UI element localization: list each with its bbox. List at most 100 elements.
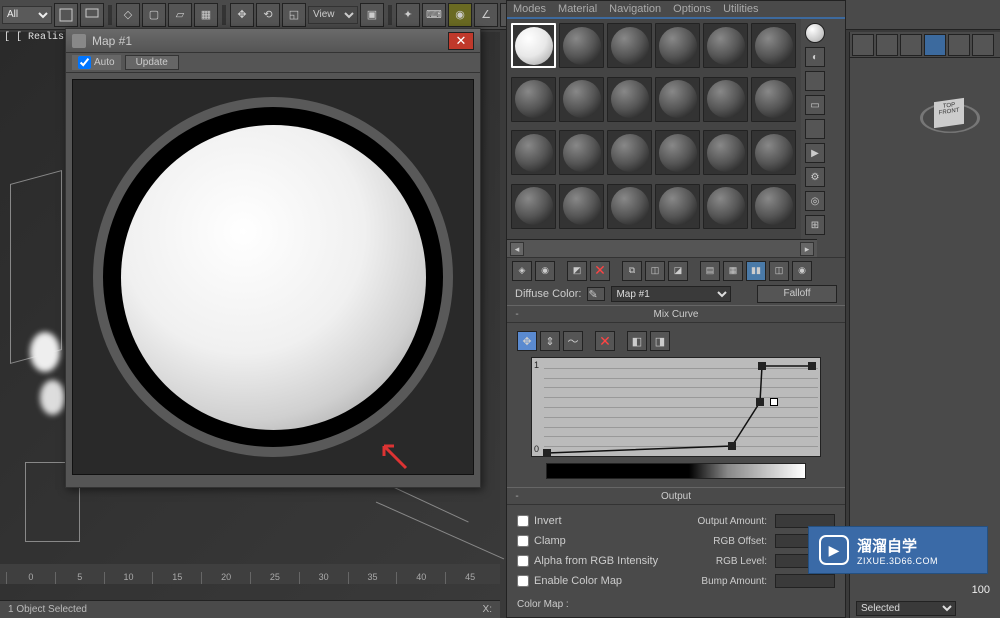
reset-map-icon[interactable]: ✕ bbox=[590, 261, 610, 281]
sample-slot[interactable] bbox=[607, 184, 652, 229]
pivot-center-icon[interactable]: ▣ bbox=[360, 3, 384, 27]
scale-point-icon[interactable]: ⇕ bbox=[540, 331, 560, 351]
invert-checkbox[interactable]: Invert bbox=[517, 515, 690, 527]
reset-curve-icon[interactable]: ◧ bbox=[627, 331, 647, 351]
dialog-close-button[interactable]: ✕ bbox=[448, 32, 474, 50]
select-rect-icon[interactable] bbox=[54, 3, 78, 27]
sample-slot[interactable] bbox=[559, 130, 604, 175]
render-tab-icon[interactable] bbox=[924, 34, 946, 56]
sample-slot[interactable] bbox=[511, 77, 556, 122]
clamp-checkbox[interactable]: Clamp bbox=[517, 535, 705, 547]
sample-slot[interactable] bbox=[751, 130, 796, 175]
scroll-left-icon[interactable]: ◂ bbox=[510, 242, 524, 256]
put-to-library-icon[interactable]: ◪ bbox=[668, 261, 688, 281]
angle-snap-icon[interactable]: ∠ bbox=[474, 3, 498, 27]
sample-slot[interactable] bbox=[655, 77, 700, 122]
sample-slot[interactable] bbox=[655, 130, 700, 175]
time-slider[interactable]: 0 5 10 15 20 25 30 35 40 45 bbox=[0, 564, 500, 584]
hierarchy-tab-icon[interactable] bbox=[900, 34, 922, 56]
snap-vertex-icon[interactable]: ◇ bbox=[116, 3, 140, 27]
sample-slot[interactable] bbox=[751, 23, 796, 68]
mix-curve-rollout-head[interactable]: - Mix Curve bbox=[507, 305, 845, 323]
dialog-titlebar[interactable]: Map #1 ✕ bbox=[66, 29, 480, 53]
sample-slot[interactable] bbox=[511, 184, 556, 229]
delete-point-icon[interactable]: ✕ bbox=[595, 331, 615, 351]
sample-slot[interactable] bbox=[703, 130, 748, 175]
sample-slot[interactable] bbox=[559, 77, 604, 122]
display-tab-icon[interactable] bbox=[948, 34, 970, 56]
show-end-result-icon[interactable]: ▮▮ bbox=[746, 261, 766, 281]
map-name-dropdown[interactable]: Map #1 bbox=[611, 286, 731, 302]
make-unique-icon[interactable]: ◫ bbox=[645, 261, 665, 281]
menu-modes[interactable]: Modes bbox=[513, 3, 546, 15]
select-window-icon[interactable] bbox=[80, 3, 104, 27]
sample-slot[interactable] bbox=[751, 184, 796, 229]
utilities-tab-icon[interactable] bbox=[972, 34, 994, 56]
selection-filter-dropdown[interactable]: All bbox=[2, 6, 52, 24]
assign-material-icon[interactable]: ◩ bbox=[567, 261, 587, 281]
update-button[interactable]: Update bbox=[125, 55, 179, 70]
sample-slot[interactable] bbox=[655, 23, 700, 68]
map-type-button[interactable]: Falloff bbox=[757, 285, 837, 303]
menu-options[interactable]: Options bbox=[673, 3, 711, 15]
scale-tool-icon[interactable]: ◱ bbox=[282, 3, 306, 27]
modify-tab-icon[interactable] bbox=[876, 34, 898, 56]
sample-hscrollbar[interactable]: ◂ ▸ bbox=[507, 239, 817, 257]
select-by-material-icon[interactable]: ◎ bbox=[805, 191, 825, 211]
alpha-rgb-checkbox[interactable]: Alpha from RGB Intensity bbox=[517, 555, 708, 567]
viewcube[interactable]: TOPFRONT bbox=[920, 88, 980, 148]
output-rollout-head[interactable]: - Output bbox=[507, 487, 845, 505]
sample-type-icon[interactable] bbox=[805, 23, 825, 43]
sample-slot[interactable] bbox=[607, 130, 652, 175]
sample-slot[interactable] bbox=[607, 77, 652, 122]
move-tool-icon[interactable]: ✥ bbox=[230, 3, 254, 27]
curve-point[interactable] bbox=[543, 449, 551, 457]
video-color-icon[interactable] bbox=[805, 119, 825, 139]
go-forward-icon[interactable]: ◉ bbox=[792, 261, 812, 281]
enable-colormap-checkbox[interactable]: Enable Color Map bbox=[517, 575, 693, 587]
sample-slot[interactable] bbox=[703, 184, 748, 229]
auto-update-checkbox[interactable]: Auto bbox=[72, 55, 121, 70]
put-to-scene-icon[interactable]: ◉ bbox=[535, 261, 555, 281]
curve-point[interactable] bbox=[756, 398, 764, 406]
scroll-right-icon[interactable]: ▸ bbox=[800, 242, 814, 256]
menu-navigation[interactable]: Navigation bbox=[609, 3, 661, 15]
menu-material[interactable]: Material bbox=[558, 3, 597, 15]
snap-toggle-icon[interactable]: ◉ bbox=[448, 3, 472, 27]
corner-point-icon[interactable]: ◨ bbox=[650, 331, 670, 351]
background-icon[interactable] bbox=[805, 71, 825, 91]
get-material-icon[interactable]: ◈ bbox=[512, 261, 532, 281]
options-gear-icon[interactable]: ⚙ bbox=[805, 167, 825, 187]
make-copy-icon[interactable]: ⧉ bbox=[622, 261, 642, 281]
sample-slot[interactable] bbox=[703, 77, 748, 122]
sample-slot[interactable] bbox=[511, 130, 556, 175]
create-tab-icon[interactable] bbox=[852, 34, 874, 56]
sample-slot[interactable] bbox=[607, 23, 652, 68]
sample-uv-icon[interactable]: ▭ bbox=[805, 95, 825, 115]
selection-set-dropdown[interactable]: Selected bbox=[856, 601, 956, 616]
curve-point[interactable] bbox=[808, 362, 816, 370]
bump-amount-spinner[interactable] bbox=[775, 574, 835, 588]
sample-slot[interactable] bbox=[559, 184, 604, 229]
show-map-icon[interactable]: ▦ bbox=[723, 261, 743, 281]
keyboard-icon[interactable]: ⌨ bbox=[422, 3, 446, 27]
snap-face-icon[interactable]: ▱ bbox=[168, 3, 192, 27]
mix-curve-graph[interactable]: 1 0 bbox=[531, 357, 821, 457]
curve-point[interactable] bbox=[758, 362, 766, 370]
eyedropper-icon[interactable]: ✎ bbox=[587, 287, 605, 301]
sample-slot[interactable] bbox=[751, 77, 796, 122]
curve-handle[interactable] bbox=[770, 398, 778, 406]
move-point-icon[interactable]: ✥ bbox=[517, 331, 537, 351]
material-map-nav-icon[interactable]: ⊞ bbox=[805, 215, 825, 235]
rotate-tool-icon[interactable]: ⟲ bbox=[256, 3, 280, 27]
go-to-parent-icon[interactable]: ◫ bbox=[769, 261, 789, 281]
menu-utilities[interactable]: Utilities bbox=[723, 3, 758, 15]
add-point-icon[interactable]: 〜 bbox=[563, 331, 583, 351]
sample-slot[interactable] bbox=[703, 23, 748, 68]
snap-edge-icon[interactable]: ▢ bbox=[142, 3, 166, 27]
sample-slot-1[interactable] bbox=[511, 23, 556, 68]
make-preview-icon[interactable]: ▶ bbox=[805, 143, 825, 163]
snap-grid-icon[interactable]: ▦ bbox=[194, 3, 218, 27]
sample-slot[interactable] bbox=[559, 23, 604, 68]
sample-slot[interactable] bbox=[655, 184, 700, 229]
